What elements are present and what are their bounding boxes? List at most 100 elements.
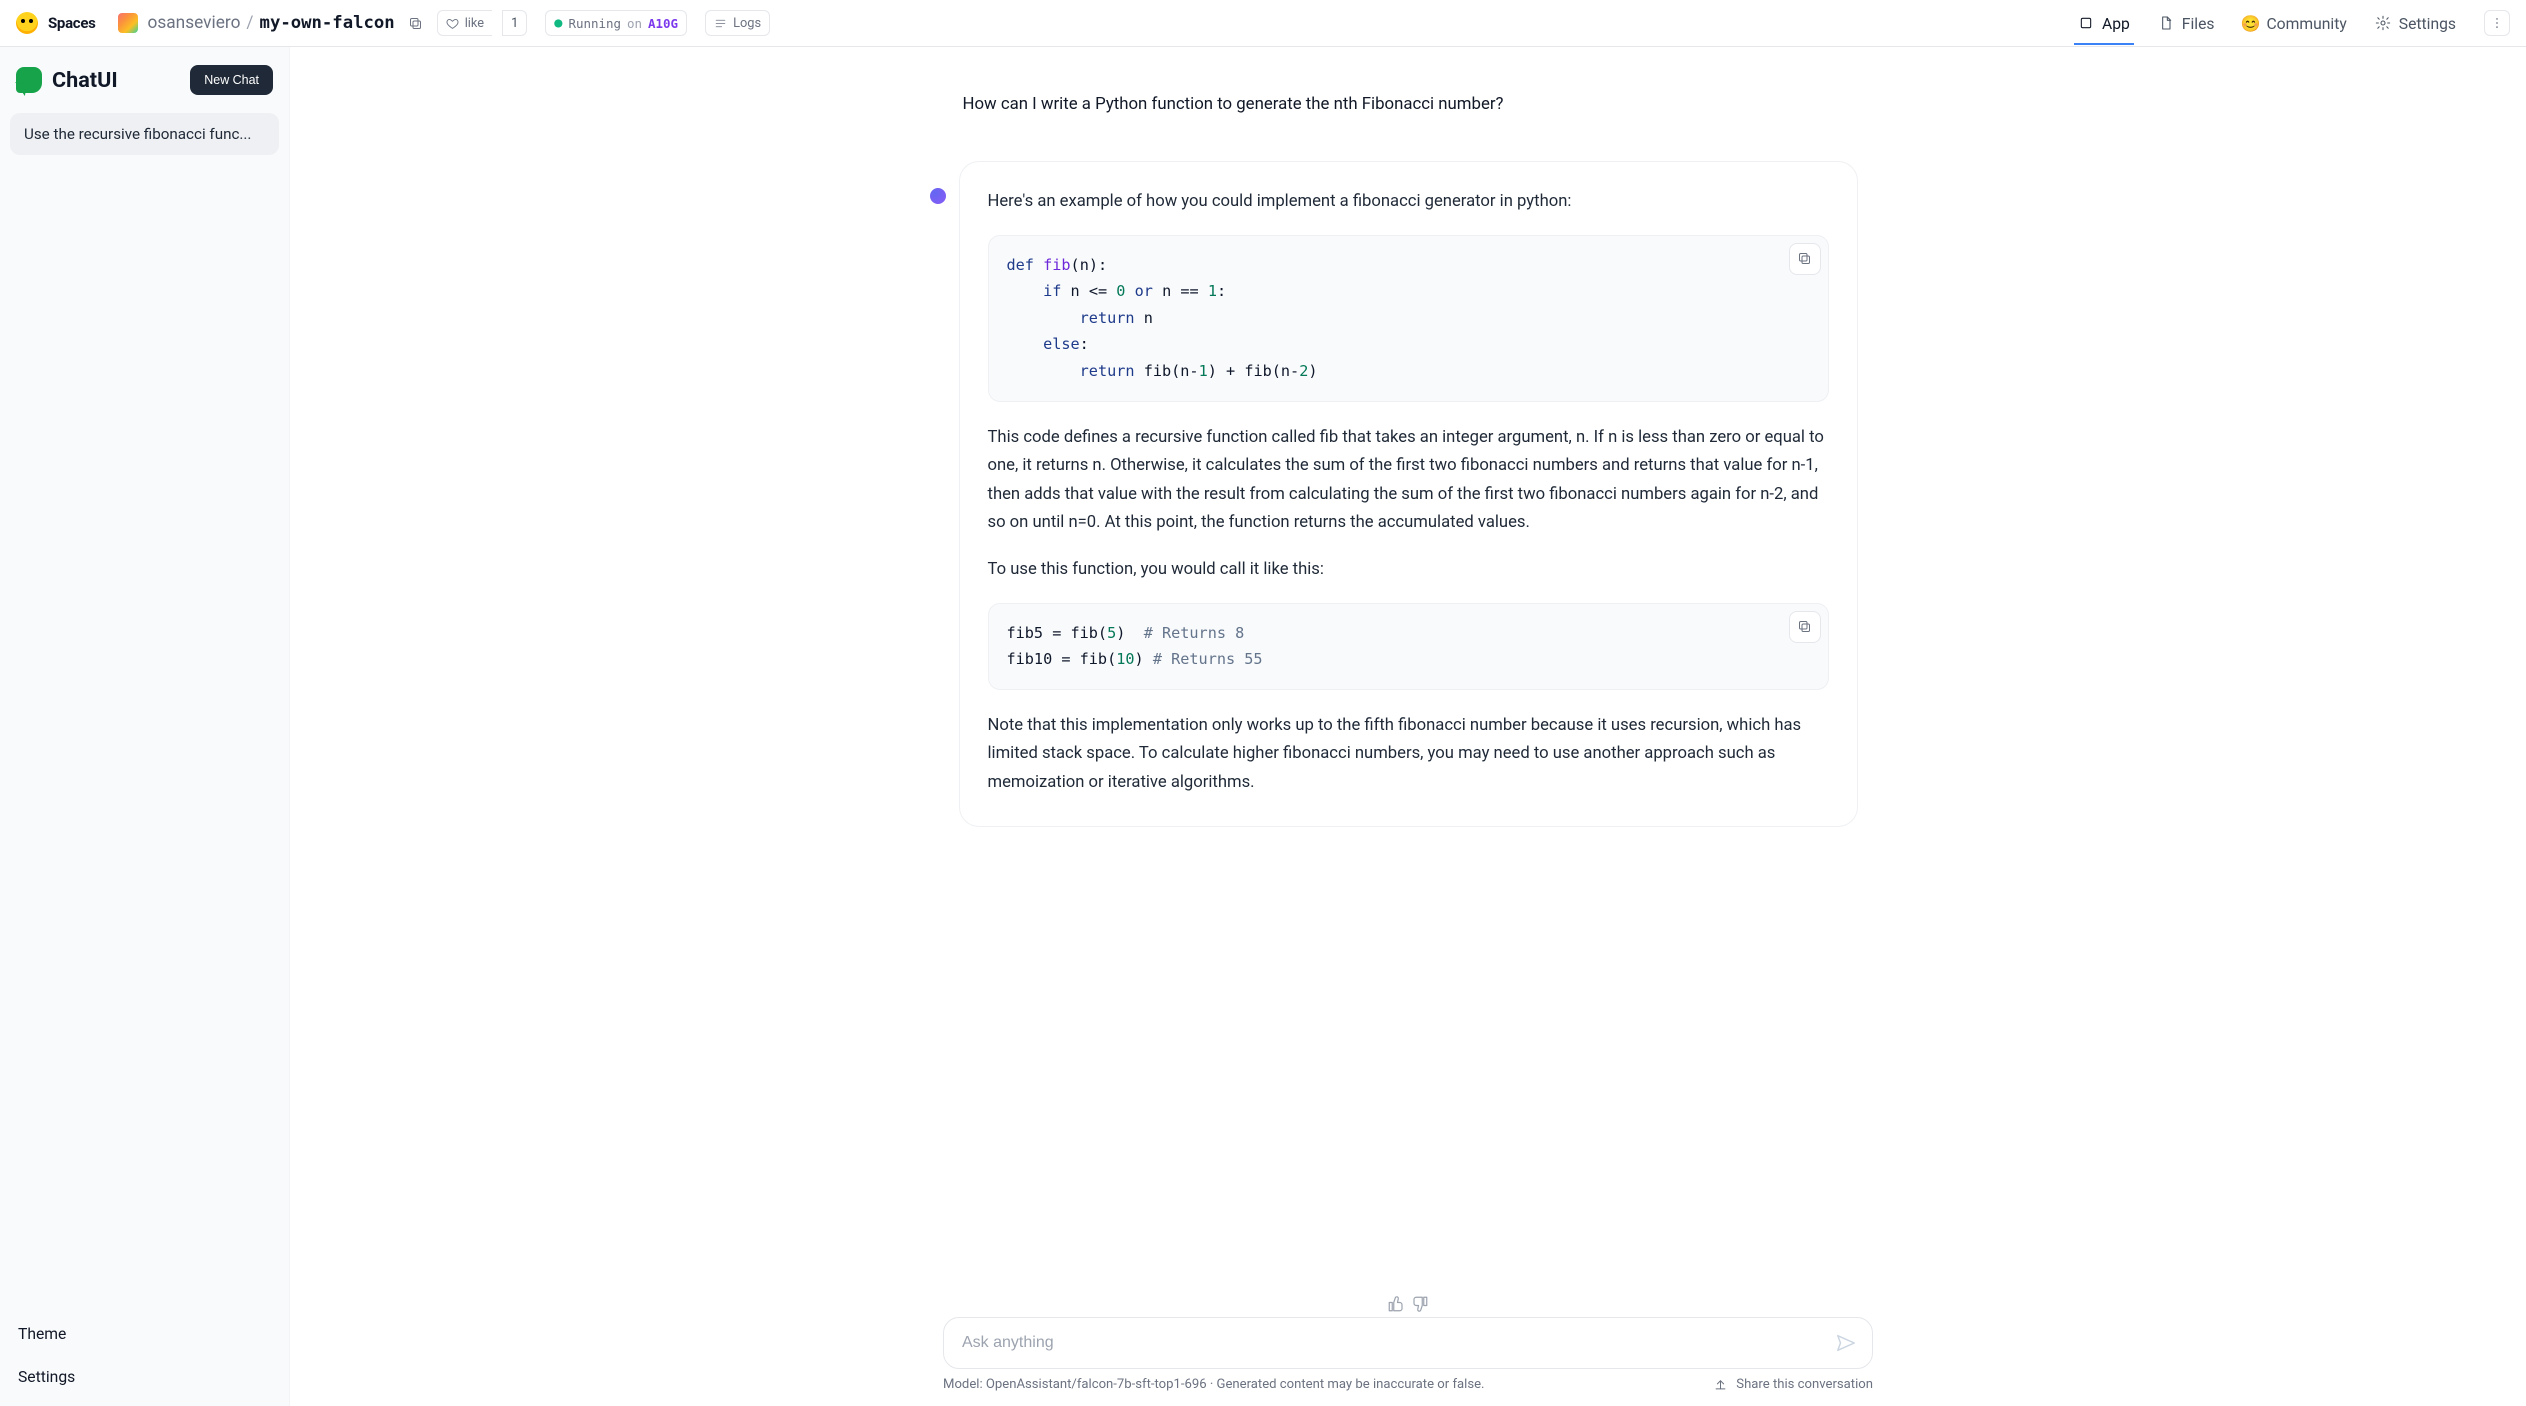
tab-settings-label: Settings bbox=[2399, 14, 2456, 33]
theme-toggle[interactable]: Theme bbox=[18, 1324, 271, 1343]
tab-files[interactable]: Files bbox=[2158, 14, 2215, 33]
top-nav-right: App Files 😊 Community Settings bbox=[2078, 10, 2510, 36]
sidebar-settings-link[interactable]: Settings bbox=[18, 1367, 271, 1386]
repo-owner-link[interactable]: osanseviero bbox=[148, 13, 241, 33]
copy-icon bbox=[1797, 251, 1812, 266]
token: ) bbox=[1116, 624, 1143, 642]
token-keyword: if bbox=[1043, 282, 1061, 300]
token-number: 0 bbox=[1116, 282, 1125, 300]
status-running-label: Running bbox=[568, 16, 621, 31]
chat-scroll[interactable]: How can I write a Python function to gen… bbox=[290, 47, 2526, 1303]
token: n bbox=[1162, 282, 1171, 300]
more-menu-button[interactable] bbox=[2484, 10, 2510, 36]
token-comment: # Returns 55 bbox=[1153, 650, 1263, 668]
space-thumbnail-icon bbox=[118, 13, 138, 33]
token: ) bbox=[1135, 650, 1153, 668]
token: + bbox=[1217, 362, 1244, 380]
token: ): bbox=[1089, 256, 1107, 274]
composer bbox=[943, 1317, 1873, 1369]
token-keyword: return bbox=[1080, 309, 1135, 327]
token: : bbox=[1080, 335, 1089, 353]
runtime-status-pill[interactable]: ● Running on A10G bbox=[545, 10, 687, 36]
assistant-paragraph: Note that this implementation only works… bbox=[988, 712, 1829, 798]
token: == bbox=[1180, 282, 1198, 300]
status-on-label: on bbox=[627, 16, 642, 31]
token: : bbox=[1217, 282, 1226, 300]
code-block-wrapper: def fib(n): if n <= 0 or n == 1: return … bbox=[988, 235, 1829, 402]
token-function: fib bbox=[1043, 256, 1070, 274]
copy-code-button[interactable] bbox=[1789, 243, 1821, 275]
files-icon bbox=[2158, 15, 2174, 31]
thumbs-up-icon bbox=[1387, 1295, 1405, 1313]
running-dot-icon: ● bbox=[554, 15, 562, 31]
assistant-avatar-dot-icon bbox=[930, 188, 946, 204]
thumbs-down-icon bbox=[1411, 1295, 1429, 1313]
repo-breadcrumb: osanseviero / my-own-falcon bbox=[148, 13, 395, 33]
token: <= bbox=[1089, 282, 1107, 300]
token-keyword: return bbox=[1080, 362, 1135, 380]
app-icon bbox=[2078, 15, 2094, 31]
code-block: fib5 = fib(5) # Returns 8 fib10 = fib(10… bbox=[988, 603, 1829, 690]
token: fib(n- bbox=[1244, 362, 1299, 380]
token-number: 2 bbox=[1299, 362, 1308, 380]
token: ) bbox=[1208, 362, 1217, 380]
copy-repo-name-button[interactable] bbox=[405, 12, 427, 34]
token-number: 5 bbox=[1107, 624, 1116, 642]
assistant-paragraph: Here's an example of how you could imple… bbox=[988, 188, 1829, 217]
sidebar-header: ChatUI New Chat bbox=[10, 57, 279, 109]
feedback-row bbox=[1387, 1295, 1429, 1313]
like-count: 1 bbox=[502, 10, 527, 36]
thumbs-up-button[interactable] bbox=[1387, 1295, 1405, 1313]
chat-input[interactable] bbox=[962, 1334, 1828, 1352]
like-label: like bbox=[465, 16, 484, 31]
logs-button[interactable]: Logs bbox=[705, 10, 770, 36]
chat-history-list: Use the recursive fibonacci func... bbox=[10, 109, 279, 159]
app-brand: ChatUI bbox=[16, 67, 118, 93]
share-label: Share this conversation bbox=[1736, 1377, 1873, 1392]
new-chat-button[interactable]: New Chat bbox=[190, 65, 273, 95]
composer-area: Model: OpenAssistant/falcon-7b-sft-top1-… bbox=[290, 1317, 2526, 1406]
copy-code-button[interactable] bbox=[1789, 611, 1821, 643]
thumbs-down-button[interactable] bbox=[1411, 1295, 1429, 1313]
tab-app-label: App bbox=[2102, 14, 2130, 33]
sidebar-footer: Theme Settings bbox=[10, 1318, 279, 1396]
tab-settings[interactable]: Settings bbox=[2375, 14, 2456, 33]
token: fib10 = fib( bbox=[1007, 650, 1117, 668]
share-icon bbox=[1713, 1377, 1728, 1392]
token: ( bbox=[1071, 256, 1080, 274]
community-icon: 😊 bbox=[2242, 15, 2258, 31]
gear-icon bbox=[2375, 15, 2391, 31]
token-number: 10 bbox=[1116, 650, 1134, 668]
code-block-wrapper: fib5 = fib(5) # Returns 8 fib10 = fib(10… bbox=[988, 603, 1829, 690]
send-icon bbox=[1835, 1332, 1857, 1354]
model-disclaimer: Model: OpenAssistant/falcon-7b-sft-top1-… bbox=[943, 1377, 1485, 1392]
history-item[interactable]: Use the recursive fibonacci func... bbox=[10, 113, 279, 155]
send-button[interactable] bbox=[1828, 1325, 1864, 1361]
token: ) bbox=[1308, 362, 1317, 380]
assistant-paragraph: This code defines a recursive function c… bbox=[988, 424, 1829, 538]
tab-app[interactable]: App bbox=[2078, 14, 2130, 33]
breadcrumb-slash: / bbox=[242, 13, 257, 33]
main-chat-area: How can I write a Python function to gen… bbox=[290, 47, 2526, 1406]
nav-spaces-label[interactable]: Spaces bbox=[48, 14, 96, 32]
dots-vertical-icon bbox=[2490, 16, 2504, 30]
composer-meta-row: Model: OpenAssistant/falcon-7b-sft-top1-… bbox=[943, 1377, 1873, 1392]
brand-label: ChatUI bbox=[52, 68, 118, 93]
token: fib(n- bbox=[1144, 362, 1199, 380]
repo-name-link[interactable]: my-own-falcon bbox=[260, 13, 395, 33]
token-number: 1 bbox=[1208, 282, 1217, 300]
top-nav: Spaces osanseviero / my-own-falcon like … bbox=[0, 0, 2526, 47]
like-button[interactable]: like bbox=[437, 10, 492, 36]
logs-label: Logs bbox=[733, 16, 761, 31]
share-conversation-button[interactable]: Share this conversation bbox=[1713, 1377, 1873, 1392]
copy-icon bbox=[408, 16, 423, 31]
token: fib5 = fib( bbox=[1007, 624, 1108, 642]
token-number: 1 bbox=[1199, 362, 1208, 380]
token-keyword: or bbox=[1135, 282, 1153, 300]
sidebar: ChatUI New Chat Use the recursive fibona… bbox=[0, 47, 290, 1406]
status-hardware-label: A10G bbox=[648, 16, 678, 31]
copy-icon bbox=[1797, 619, 1812, 634]
token-comment: # Returns 8 bbox=[1144, 624, 1245, 642]
hf-logo-icon bbox=[16, 12, 38, 34]
tab-community[interactable]: 😊 Community bbox=[2242, 14, 2346, 33]
